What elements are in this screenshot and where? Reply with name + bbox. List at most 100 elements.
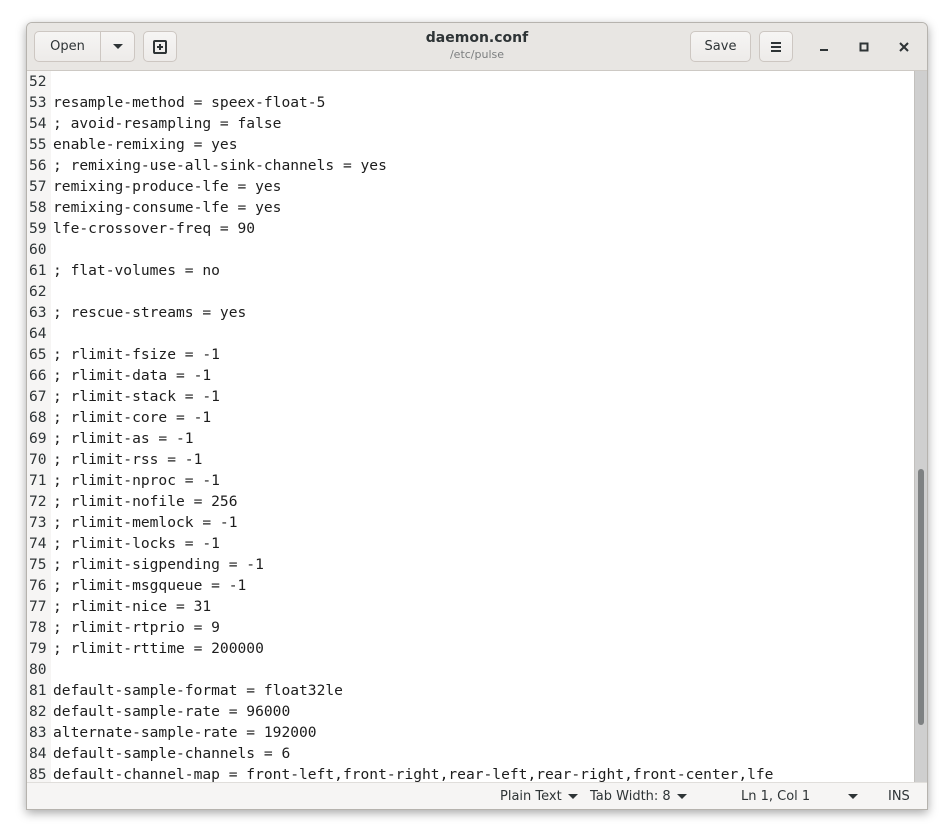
code-line[interactable]: 78; rlimit-rtprio = 9	[27, 617, 220, 638]
code-line[interactable]: 81 default-sample-format = float32le	[27, 680, 343, 701]
line-text	[50, 73, 53, 90]
code-line[interactable]: 74; rlimit-locks = -1	[27, 533, 220, 554]
code-line[interactable]: 58 remixing-consume-lfe = yes	[27, 197, 281, 218]
insert-mode-indicator[interactable]: INS	[888, 788, 910, 805]
code-line[interactable]: 52	[27, 71, 53, 92]
line-text: ; remixing-use-all-sink-channels = yes	[53, 157, 387, 174]
language-selector[interactable]: Plain Text	[500, 788, 578, 805]
line-number: 53	[27, 92, 50, 113]
code-line[interactable]: 84 default-sample-channels = 6	[27, 743, 290, 764]
code-line[interactable]: 79; rlimit-rttime = 200000	[27, 638, 264, 659]
code-line[interactable]: 67; rlimit-stack = -1	[27, 386, 220, 407]
chevron-down-icon	[848, 794, 858, 799]
code-line[interactable]: 70; rlimit-rss = -1	[27, 449, 202, 470]
code-line[interactable]: 62	[27, 281, 53, 302]
window-title-area: daemon.conf /etc/pulse	[327, 30, 627, 62]
line-number: 58	[27, 197, 50, 218]
code-line[interactable]: 83 alternate-sample-rate = 192000	[27, 722, 317, 743]
code-line[interactable]: 69; rlimit-as = -1	[27, 428, 194, 449]
scrollbar-thumb[interactable]	[918, 469, 924, 725]
line-text	[50, 661, 53, 678]
save-button[interactable]: Save	[690, 31, 751, 62]
code-line[interactable]: 85 default-channel-map = front-left,front…	[27, 764, 773, 782]
line-text: alternate-sample-rate = 192000	[53, 724, 317, 741]
code-line[interactable]: 73; rlimit-memlock = -1	[27, 512, 238, 533]
line-number: 54	[27, 113, 50, 134]
line-text: default-sample-rate = 96000	[53, 703, 291, 720]
code-line[interactable]: 82 default-sample-rate = 96000	[27, 701, 290, 722]
code-line[interactable]: 61; flat-volumes = no	[27, 260, 220, 281]
line-text: ; rlimit-sigpending = -1	[53, 556, 264, 573]
line-text: ; rlimit-rttime = 200000	[53, 640, 264, 657]
line-number: 74	[27, 533, 50, 554]
line-text	[50, 283, 53, 300]
text-editor-area[interactable]: 52 53 resample-method = speex-float-5 54; a…	[27, 71, 914, 782]
code-line[interactable]: 72; rlimit-nofile = 256	[27, 491, 238, 512]
code-line[interactable]: 55 enable-remixing = yes	[27, 134, 238, 155]
line-number: 63	[27, 302, 50, 323]
line-text: remixing-produce-lfe = yes	[53, 178, 282, 195]
line-text: enable-remixing = yes	[53, 136, 238, 153]
code-line[interactable]: 80	[27, 659, 53, 680]
line-number: 64	[27, 323, 50, 344]
document-title: daemon.conf	[425, 30, 529, 46]
main-menu-button[interactable]	[759, 31, 793, 62]
cursor-position-label: Ln 1, Col 1	[741, 789, 811, 804]
vertical-scrollbar[interactable]	[914, 71, 927, 782]
cursor-position[interactable]: Ln 1, Col 1	[741, 788, 810, 805]
line-number: 65	[27, 344, 50, 365]
maximize-icon	[859, 42, 869, 52]
save-label: Save	[704, 39, 737, 54]
code-line[interactable]: 71; rlimit-nproc = -1	[27, 470, 220, 491]
line-text: lfe-crossover-freq = 90	[53, 220, 256, 237]
code-line[interactable]: 64	[27, 323, 53, 344]
line-number: 82	[27, 701, 50, 722]
code-line[interactable]: 68; rlimit-core = -1	[27, 407, 211, 428]
open-button[interactable]: Open	[34, 31, 101, 62]
code-line[interactable]: 63; rescue-streams = yes	[27, 302, 246, 323]
line-text: ; rlimit-msgqueue = -1	[53, 577, 247, 594]
new-tab-icon	[153, 39, 167, 54]
maximize-button[interactable]	[852, 35, 876, 59]
code-line[interactable]: 56; remixing-use-all-sink-channels = yes	[27, 155, 387, 176]
open-label: Open	[50, 39, 85, 54]
line-text: ; rescue-streams = yes	[53, 304, 247, 321]
chevron-down-icon	[676, 794, 687, 799]
status-bar: Plain Text Tab Width: 8 Ln 1, Col 1 INS	[27, 782, 927, 809]
minimize-button[interactable]	[812, 35, 836, 59]
line-text	[50, 325, 53, 342]
code-line[interactable]: 75; rlimit-sigpending = -1	[27, 554, 264, 575]
code-line[interactable]: 59 lfe-crossover-freq = 90	[27, 218, 255, 239]
code-line[interactable]: 77; rlimit-nice = 31	[27, 596, 211, 617]
language-label: Plain Text	[500, 789, 562, 804]
line-number: 72	[27, 491, 50, 512]
tab-width-selector[interactable]: Tab Width: 8	[590, 788, 687, 805]
line-number: 61	[27, 260, 50, 281]
go-to-line-dropdown[interactable]	[848, 794, 858, 799]
new-document-button[interactable]	[143, 31, 177, 62]
open-recent-dropdown-button[interactable]	[100, 31, 135, 62]
line-number: 69	[27, 428, 50, 449]
line-number: 77	[27, 596, 50, 617]
line-number: 68	[27, 407, 50, 428]
line-text: ; rlimit-nproc = -1	[53, 472, 220, 489]
insert-mode-label: INS	[888, 789, 910, 804]
code-line[interactable]: 60	[27, 239, 53, 260]
code-line[interactable]: 57 remixing-produce-lfe = yes	[27, 176, 281, 197]
line-number: 70	[27, 449, 50, 470]
code-line[interactable]: 76; rlimit-msgqueue = -1	[27, 575, 246, 596]
hamburger-menu-icon	[771, 41, 781, 52]
code-line[interactable]: 66; rlimit-data = -1	[27, 365, 211, 386]
minimize-icon	[820, 49, 828, 51]
line-number: 79	[27, 638, 50, 659]
code-line[interactable]: 53 resample-method = speex-float-5	[27, 92, 325, 113]
line-text: ; flat-volumes = no	[53, 262, 220, 279]
code-line[interactable]: 54; avoid-resampling = false	[27, 113, 281, 134]
line-number: 81	[27, 680, 50, 701]
line-text: remixing-consume-lfe = yes	[53, 199, 282, 216]
line-text: ; rlimit-data = -1	[53, 367, 212, 384]
line-number: 84	[27, 743, 50, 764]
code-line[interactable]: 65; rlimit-fsize = -1	[27, 344, 220, 365]
close-button[interactable]	[892, 35, 916, 59]
line-number: 85	[27, 764, 50, 782]
